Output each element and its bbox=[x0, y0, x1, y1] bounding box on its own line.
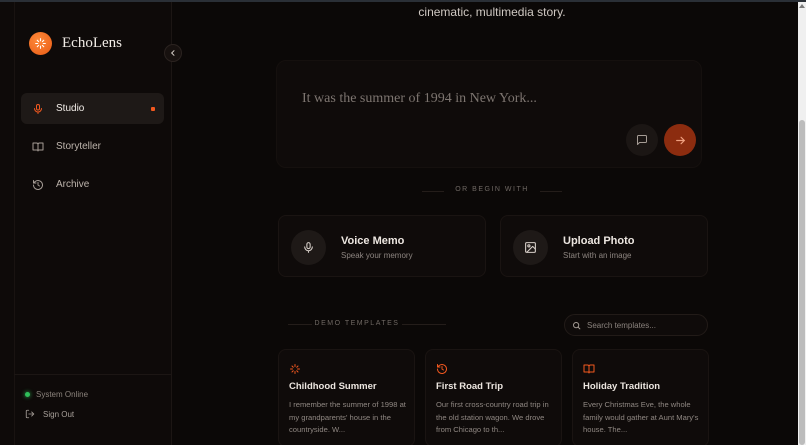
sidebar-edge bbox=[14, 2, 15, 445]
upload-photo-card[interactable]: Upload Photo Start with an image bbox=[500, 215, 708, 277]
upload-photo-title: Upload Photo bbox=[563, 235, 635, 247]
brand[interactable]: EchoLens bbox=[29, 32, 122, 55]
template-card-childhood-summer[interactable]: Childhood Summer I remember the summer o… bbox=[278, 349, 415, 445]
search-icon bbox=[573, 321, 581, 329]
template-body: Every Christmas Eve, the whole family wo… bbox=[583, 400, 699, 434]
template-title: First Road Trip bbox=[436, 381, 504, 392]
sidebar: EchoLens Studio Storyteller Archive Syst… bbox=[0, 2, 182, 445]
story-prompt-card[interactable]: It was the summer of 1994 in New York... bbox=[276, 60, 702, 168]
demo-divider-right bbox=[402, 324, 446, 325]
template-card-first-road-trip[interactable]: First Road Trip Our first cross-country … bbox=[425, 349, 562, 445]
upload-photo-subtitle: Start with an image bbox=[563, 251, 632, 260]
sparkles-logo-icon bbox=[29, 32, 52, 55]
voice-memo-subtitle: Speak your memory bbox=[341, 251, 413, 260]
scroll-up-icon[interactable] bbox=[799, 4, 805, 8]
sidebar-item-label: Archive bbox=[56, 179, 90, 190]
message-square-icon bbox=[637, 135, 647, 145]
sidebar-item-storyteller[interactable]: Storyteller bbox=[21, 131, 164, 162]
sidebar-item-label: Storyteller bbox=[56, 141, 102, 152]
mic-icon bbox=[31, 102, 44, 115]
system-status: System Online bbox=[25, 390, 88, 399]
divider-line-right bbox=[540, 191, 562, 192]
app-name: EchoLens bbox=[62, 35, 122, 51]
sign-out-button[interactable]: Sign Out bbox=[25, 409, 74, 419]
arrow-right-icon bbox=[675, 136, 685, 144]
history-icon bbox=[31, 178, 44, 191]
sidebar-item-studio[interactable]: Studio bbox=[21, 93, 164, 124]
template-title: Childhood Summer bbox=[289, 381, 377, 392]
template-search[interactable] bbox=[564, 314, 708, 336]
demo-divider-left bbox=[288, 324, 312, 325]
voice-memo-card[interactable]: Voice Memo Speak your memory bbox=[278, 215, 486, 277]
template-body: I remember the summer of 1998 at my gran… bbox=[289, 400, 406, 434]
sidebar-nav: Studio Storyteller Archive bbox=[21, 93, 164, 207]
book-icon bbox=[583, 364, 595, 374]
history-icon bbox=[437, 364, 447, 374]
sidebar-item-label: Studio bbox=[56, 103, 85, 114]
active-indicator bbox=[151, 107, 155, 111]
chat-mode-button[interactable] bbox=[626, 124, 658, 156]
template-title: Holiday Tradition bbox=[583, 381, 661, 392]
page-scrollbar[interactable] bbox=[798, 2, 806, 445]
logout-icon bbox=[25, 409, 35, 419]
sidebar-footer-divider bbox=[14, 374, 172, 375]
scrollbar-thumb[interactable] bbox=[799, 120, 805, 445]
status-text: System Online bbox=[36, 390, 89, 399]
sidebar-item-archive[interactable]: Archive bbox=[21, 169, 164, 200]
demo-templates-label: DEMO TEMPLATES bbox=[314, 320, 400, 327]
template-card-holiday-tradition[interactable]: Holiday Tradition Every Christmas Eve, t… bbox=[572, 349, 709, 445]
hero-tagline: cinematic, multimedia story. bbox=[418, 5, 566, 19]
story-prompt-input[interactable]: It was the summer of 1994 in New York... bbox=[302, 91, 537, 107]
search-input[interactable] bbox=[587, 320, 697, 330]
image-icon bbox=[513, 230, 548, 265]
main-content: cinematic, multimedia story. It was the … bbox=[172, 2, 798, 445]
voice-memo-title: Voice Memo bbox=[341, 235, 405, 247]
send-button[interactable] bbox=[664, 124, 696, 156]
sparkles-icon bbox=[290, 364, 300, 374]
status-dot-icon bbox=[25, 392, 30, 397]
sign-out-label: Sign Out bbox=[43, 409, 75, 419]
mic-icon bbox=[291, 230, 326, 265]
template-body: Our first cross-country road trip in the… bbox=[436, 400, 549, 434]
book-icon bbox=[31, 140, 44, 153]
